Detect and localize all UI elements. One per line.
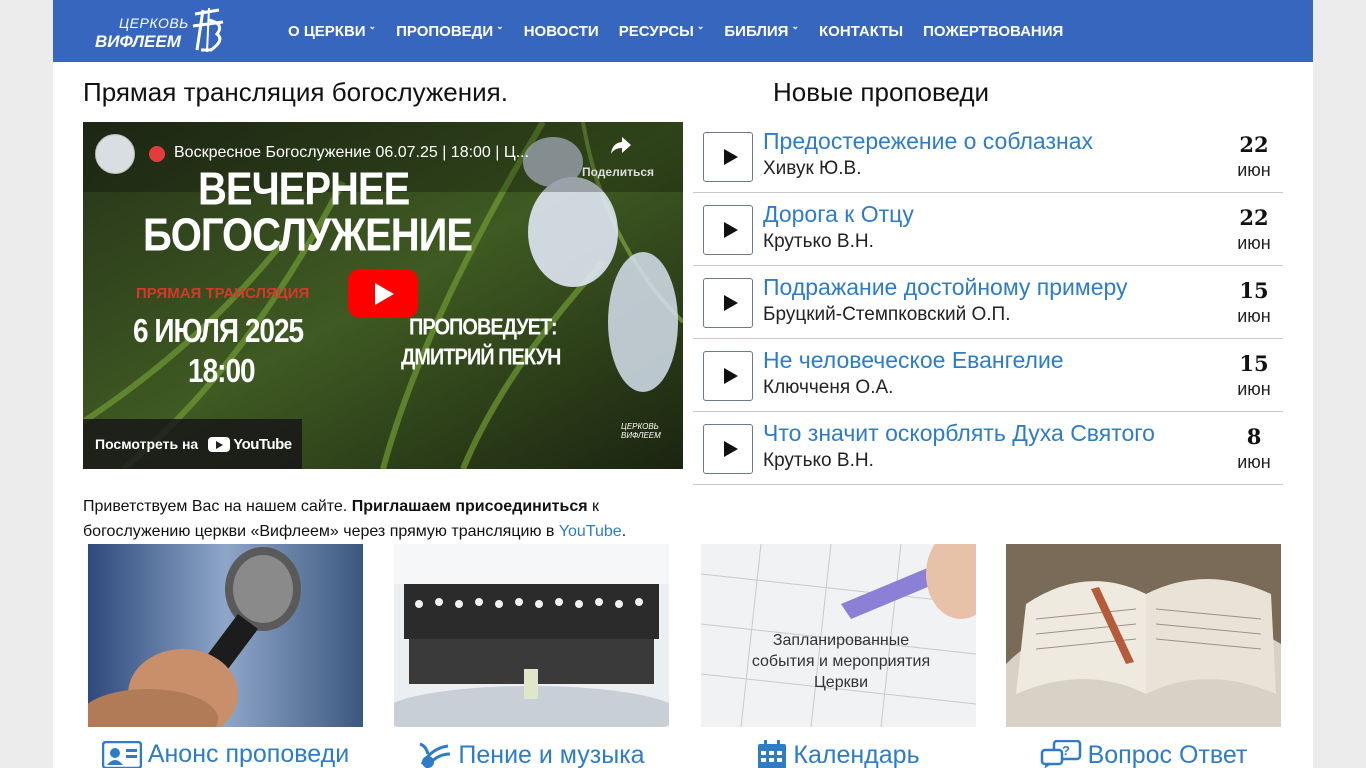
card-label-singing-music[interactable]: Пение и музыка: [394, 740, 669, 768]
nav-item-about[interactable]: О ЦЕРКВИ ⌄: [288, 20, 377, 40]
sermon-title-link[interactable]: Дорога к Отцу: [763, 201, 914, 228]
share-icon[interactable]: [610, 134, 632, 156]
nav-item-bible[interactable]: БИБЛИЯ ⌄: [724, 20, 799, 40]
channel-avatar[interactable]: [95, 134, 135, 174]
sermon-item: Что значит оскорблять Духа Святого Круть…: [693, 412, 1283, 485]
card-title: Анонс проповеди: [147, 740, 350, 768]
chat-question-icon: ?: [1040, 740, 1081, 768]
youtube-play-button[interactable]: [348, 269, 418, 318]
poster-time: 18:00: [188, 352, 256, 390]
bible-photo: [1006, 544, 1281, 727]
sermon-list: Предостережение о соблазнах Хивук Ю.В. 2…: [693, 120, 1283, 485]
card-title: Пение и музыка: [458, 740, 645, 768]
chevron-down-icon: ⌄: [368, 20, 377, 31]
top-navigation-bar: ЦЕРКОВЬ ВИФЛЕЕМ О ЦЕРКВИ ⌄ ПРОПОВЕДИ ⌄ НОВ…: [53, 0, 1313, 62]
sermon-date-day: 8: [1246, 424, 1262, 449]
logo-line1: ЦЕРКОВЬ: [119, 15, 189, 31]
nav-item-resources[interactable]: РЕСУРСЫ ⌄: [619, 20, 705, 40]
poster-church-logo: ЦЕРКОВЬ ВИФЛЕЕМ: [621, 422, 661, 440]
youtube-video-embed[interactable]: Воскресное Богослужение 06.07.25 | 18:00…: [83, 122, 683, 469]
card-label-calendar[interactable]: Календарь: [701, 740, 976, 768]
play-sermon-button[interactable]: [703, 205, 753, 255]
chevron-down-icon: ⌄: [496, 20, 504, 31]
live-dot-icon: [149, 146, 165, 162]
sermon-author: Крутько В.Н.: [763, 450, 874, 471]
sermon-title-link[interactable]: Предостережение о соблазнах: [763, 128, 1093, 155]
main-nav: О ЦЕРКВИ ⌄ ПРОПОВЕДИ ⌄ НОВОСТИ РЕСУРСЫ ⌄ БИ…: [288, 0, 1083, 62]
poster-live-label: ПРЯМАЯ ТРАНСЛЯЦИЯ: [136, 285, 310, 302]
sermon-title-link[interactable]: Что значит оскорблять Духа Святого: [763, 420, 1155, 447]
logo-line2: ВИФЛЕЕМ: [95, 32, 181, 51]
music-icon: [419, 742, 451, 768]
sermon-item: Подражание достойному примеру Бруцкий-Ст…: [693, 266, 1283, 339]
poster-preacher-name: ДМИТРИЙ ПЕКУН: [401, 345, 561, 371]
poster-line2: БОГОСЛУЖЕНИЕ: [143, 210, 473, 261]
card-label-question-answer[interactable]: ? Вопрос Ответ: [1006, 740, 1281, 768]
logo-mark-icon: [192, 7, 224, 53]
sermon-item: Дорога к Отцу Крутько В.Н. 22 июн: [693, 193, 1283, 266]
video-title[interactable]: Воскресное Богослужение 06.07.25 | 18:00…: [174, 144, 574, 162]
welcome-invite-bold: Приглашаем присоединиться: [351, 498, 588, 515]
chevron-down-icon: ⌄: [696, 20, 705, 31]
play-sermon-button[interactable]: [703, 424, 753, 474]
youtube-icon: [208, 436, 231, 452]
live-stream-heading: Прямая трансляция богослужения.: [83, 77, 508, 107]
nav-item-sermons[interactable]: ПРОПОВЕДИ ⌄: [396, 20, 504, 40]
sermon-title-link[interactable]: Не человеческое Евангелие: [763, 347, 1064, 374]
sermon-item: Не человеческое Евангелие Ключченя О.А. …: [693, 339, 1283, 412]
card-label-sermon-announcement[interactable]: Анонс проповеди: [88, 740, 363, 768]
watch-on-youtube-button[interactable]: Посмотреть на YouTube: [83, 419, 302, 469]
welcome-text: Приветствуем Вас на нашем сайте. Приглаш…: [83, 498, 627, 540]
card-title: Вопрос Ответ: [1087, 740, 1248, 768]
choir-photo: [394, 544, 669, 727]
youtube-link[interactable]: YouTube: [559, 523, 622, 540]
share-label[interactable]: Поделиться: [582, 165, 654, 179]
chevron-down-icon: ⌄: [791, 20, 799, 31]
nav-item-donations[interactable]: ПОЖЕРТВОВАНИЯ: [923, 23, 1063, 40]
sermon-item: Предостережение о соблазнах Хивук Ю.В. 2…: [693, 120, 1283, 193]
microphone-photo: [88, 544, 363, 727]
poster-preacher-label: ПРОПОВЕДУЕТ:: [409, 315, 558, 341]
new-sermons-heading: Новые проповеди: [773, 77, 990, 107]
sermon-title-link[interactable]: Подражание достойному примеру: [763, 274, 1128, 301]
sermon-date-month: июн: [1237, 379, 1271, 399]
sermon-author: Крутько В.Н.: [763, 231, 874, 252]
sermon-author: Хивук Ю.В.: [763, 158, 862, 179]
play-sermon-button[interactable]: [703, 278, 753, 328]
sermon-author: Бруцкий-Стемпковский О.П.: [763, 304, 1011, 325]
watch-on-label: Посмотреть на: [95, 436, 199, 452]
sermon-date-day: 22: [1239, 205, 1269, 230]
sermon-date-month: июн: [1237, 160, 1271, 180]
play-sermon-button[interactable]: [703, 132, 753, 182]
sermon-date-day: 15: [1239, 278, 1269, 303]
church-logo[interactable]: ЦЕРКОВЬ ВИФЛЕЕМ: [93, 6, 228, 56]
sermon-date-month: июн: [1237, 452, 1271, 472]
id-card-icon: [101, 740, 142, 768]
sermon-date-day: 15: [1239, 351, 1269, 376]
sermon-date-day: 22: [1239, 132, 1269, 157]
sermon-author: Ключченя О.А.: [763, 377, 894, 398]
poster-date: 6 ИЮЛЯ 2025: [133, 312, 304, 350]
sermon-date-month: июн: [1237, 233, 1271, 253]
youtube-logo: YouTube: [208, 436, 292, 453]
sermon-date-month: июн: [1237, 306, 1271, 326]
calendar-image-caption: Запланированные события и мероприятия Це…: [751, 632, 931, 691]
play-sermon-button[interactable]: [703, 351, 753, 401]
card-title: Календарь: [793, 740, 920, 768]
nav-item-news[interactable]: НОВОСТИ: [524, 23, 599, 40]
calendar-icon: [758, 740, 787, 768]
poster-line1: ВЕЧЕРНЕЕ: [198, 164, 410, 215]
nav-item-contacts[interactable]: КОНТАКТЫ: [819, 23, 903, 40]
page: ЦЕРКОВЬ ВИФЛЕЕМ О ЦЕРКВИ ⌄ ПРОПОВЕДИ ⌄ НОВ…: [53, 0, 1313, 768]
